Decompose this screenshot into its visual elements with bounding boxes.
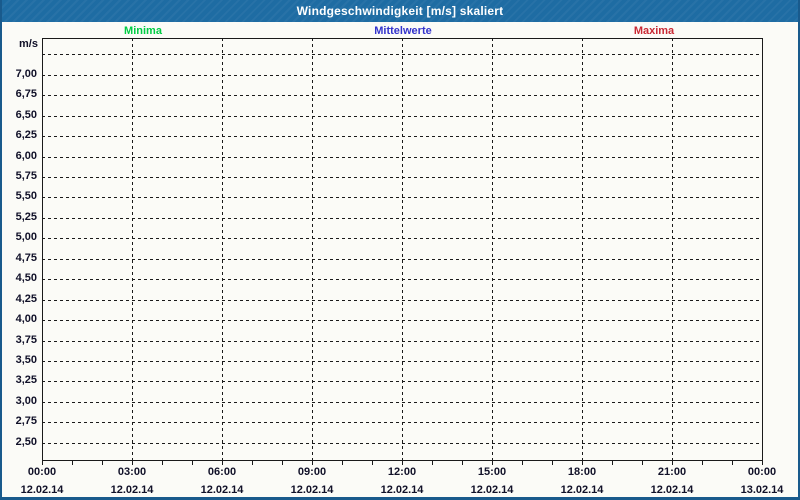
y-tick-label: 3,25 [15, 374, 37, 386]
x-tick-date-label: 12.02.14 [20, 484, 64, 496]
x-tick-time-label: 03:00 [117, 466, 147, 478]
y-tick-label: 2,75 [15, 415, 37, 427]
y-tick-label: 3,00 [15, 395, 37, 407]
x-tick-time-label: 12:00 [387, 466, 417, 478]
y-tick-label: 4,25 [15, 293, 37, 305]
x-tick-time-label: 00:00 [747, 466, 777, 478]
y-tick-label: 5,50 [15, 190, 37, 202]
y-tick-label: 6,00 [15, 150, 37, 162]
y-tick-label: 5,00 [15, 231, 37, 243]
y-tick-label: 5,75 [15, 170, 37, 182]
x-tick-date-label: 12.02.14 [380, 484, 424, 496]
y-tick-label: 3,50 [15, 354, 37, 366]
x-tick-date-label: 12.02.14 [200, 484, 244, 496]
y-tick-label: 6,25 [15, 129, 37, 141]
plot-area [42, 38, 763, 465]
y-tick-label: 5,25 [15, 211, 37, 223]
x-tick-date-label: 12.02.14 [470, 484, 514, 496]
y-tick-label: 4,50 [15, 272, 37, 284]
x-tick-time-label: 09:00 [297, 466, 327, 478]
x-tick-time-label: 15:00 [477, 466, 507, 478]
chart-window: Windgeschwindigkeit [m/s] skaliert Minim… [0, 0, 800, 500]
x-tick-time-label: 18:00 [567, 466, 597, 478]
x-tick-time-label: 06:00 [207, 466, 237, 478]
y-tick-label: 7,00 [15, 68, 37, 80]
x-tick-time-label: 21:00 [657, 466, 687, 478]
x-tick-date-label: 12.02.14 [290, 484, 334, 496]
y-tick-label: 6,75 [15, 88, 37, 100]
x-tick-time-label: 00:00 [27, 466, 57, 478]
y-tick-label: 4,75 [15, 252, 37, 264]
x-tick-date-label: 12.02.14 [650, 484, 694, 496]
y-tick-label: 4,00 [15, 313, 37, 325]
y-tick-label: 3,75 [15, 334, 37, 346]
x-tick-date-label: 12.02.14 [560, 484, 604, 496]
x-tick-date-label: 13.02.14 [740, 484, 784, 496]
y-tick-label: 2,50 [15, 436, 37, 448]
y-tick-label: 6,50 [15, 109, 37, 121]
x-tick-date-label: 12.02.14 [110, 484, 154, 496]
